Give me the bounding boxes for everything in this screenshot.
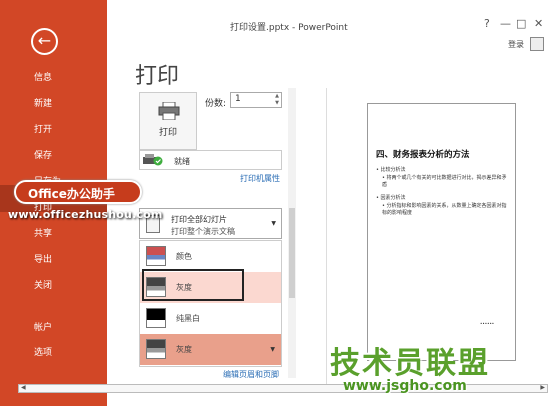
color-mode-select[interactable]: 灰度 ▼ bbox=[140, 334, 281, 365]
grayscale-swatch-icon bbox=[146, 339, 166, 359]
window-title: 打印设置.pptx - PowerPoint bbox=[230, 23, 348, 33]
office-watermark-url: www.officezhushou.com bbox=[8, 208, 163, 221]
sidebar-item-options[interactable]: 选项 bbox=[34, 345, 52, 358]
printer-status: 就绪 bbox=[174, 157, 190, 166]
slide-title: 四、财务报表分析的方法 bbox=[376, 150, 470, 160]
printer-select[interactable]: 就绪 bbox=[139, 150, 282, 170]
spin-arrows-icon[interactable]: ▲ ▼ bbox=[275, 93, 279, 107]
site-watermark: 技术员联盟 bbox=[330, 346, 490, 381]
settings-line2: 打印整个演示文稿 bbox=[171, 227, 235, 236]
slide-bullet: • 因素分析法 bbox=[376, 195, 406, 201]
settings-scrollbar[interactable] bbox=[288, 88, 296, 378]
sidebar-item-save[interactable]: 保存 bbox=[34, 148, 52, 161]
blackwhite-swatch-icon bbox=[146, 308, 166, 328]
close-button[interactable]: ✕ bbox=[534, 17, 543, 30]
scroll-right-icon[interactable]: ▶ bbox=[540, 384, 545, 391]
color-mode-value: 灰度 bbox=[176, 345, 192, 354]
edit-header-footer-link[interactable]: 编辑页眉和页脚 bbox=[223, 369, 279, 380]
color-swatch-icon bbox=[146, 246, 166, 266]
copies-label: 份数: bbox=[205, 99, 227, 109]
horizontal-scrollbar[interactable]: ◀ ▶ bbox=[18, 384, 548, 393]
color-option-label: 颜色 bbox=[176, 252, 192, 261]
printer-ready-icon bbox=[143, 154, 163, 166]
printer-properties-link[interactable]: 打印机属性 bbox=[240, 173, 280, 184]
restore-button[interactable]: □ bbox=[516, 17, 526, 30]
page-title: 打印 bbox=[135, 64, 180, 89]
highlight-frame bbox=[142, 269, 244, 301]
slide-bullet: • 比较分析法 bbox=[376, 167, 406, 173]
back-arrow-icon[interactable]: ← bbox=[31, 28, 58, 55]
office-watermark-badge: Office办公助手 bbox=[14, 180, 142, 204]
scrollbar-thumb[interactable] bbox=[289, 208, 295, 298]
login-link[interactable]: 登录 bbox=[508, 39, 524, 50]
copies-value: 1 bbox=[235, 94, 241, 104]
sidebar-item-info[interactable]: 信息 bbox=[34, 70, 52, 83]
help-icon[interactable]: ? bbox=[484, 17, 490, 30]
color-option-label: 纯黑白 bbox=[176, 314, 200, 323]
printer-icon bbox=[158, 102, 180, 120]
sidebar-item-close[interactable]: 关闭 bbox=[34, 278, 52, 291]
sidebar-item-open[interactable]: 打开 bbox=[34, 122, 52, 135]
minimize-button[interactable]: — bbox=[500, 17, 511, 30]
chevron-down-icon: ▼ bbox=[271, 220, 276, 227]
color-dropdown-list: 颜色 灰度 纯黑白 灰度 ▼ bbox=[139, 240, 282, 367]
color-option-color[interactable]: 颜色 bbox=[140, 241, 281, 272]
copies-stepper[interactable]: 1 ▲ ▼ bbox=[230, 92, 282, 108]
sidebar-item-new[interactable]: 新建 bbox=[34, 96, 52, 109]
slide-bullet: • 分析指标和影响因素的关系，从数量上确定各因素对指标的影响程度 bbox=[382, 203, 507, 216]
settings-line1: 打印全部幻灯片 bbox=[171, 215, 227, 224]
slide-number: •••••• bbox=[480, 321, 495, 326]
slide-bullet: • 将两个或几个有关的可比数据进行对比，揭示差异和矛盾 bbox=[382, 175, 507, 188]
avatar[interactable] bbox=[530, 37, 544, 51]
sidebar-item-share[interactable]: 共享 bbox=[34, 226, 52, 239]
chevron-down-icon: ▼ bbox=[270, 346, 275, 353]
print-button-label: 打印 bbox=[158, 128, 177, 138]
sidebar-item-export[interactable]: 导出 bbox=[34, 252, 52, 265]
scroll-left-icon[interactable]: ◀ bbox=[21, 384, 26, 391]
pane-divider bbox=[326, 88, 327, 384]
print-preview: 四、财务报表分析的方法 • 比较分析法 • 将两个或几个有关的可比数据进行对比，… bbox=[367, 103, 516, 361]
color-option-blackwhite[interactable]: 纯黑白 bbox=[140, 303, 281, 334]
print-button[interactable]: 打印 bbox=[139, 92, 197, 150]
site-watermark-url: www.jsgho.com bbox=[343, 378, 467, 394]
sidebar-item-account[interactable]: 帐户 bbox=[34, 320, 52, 333]
